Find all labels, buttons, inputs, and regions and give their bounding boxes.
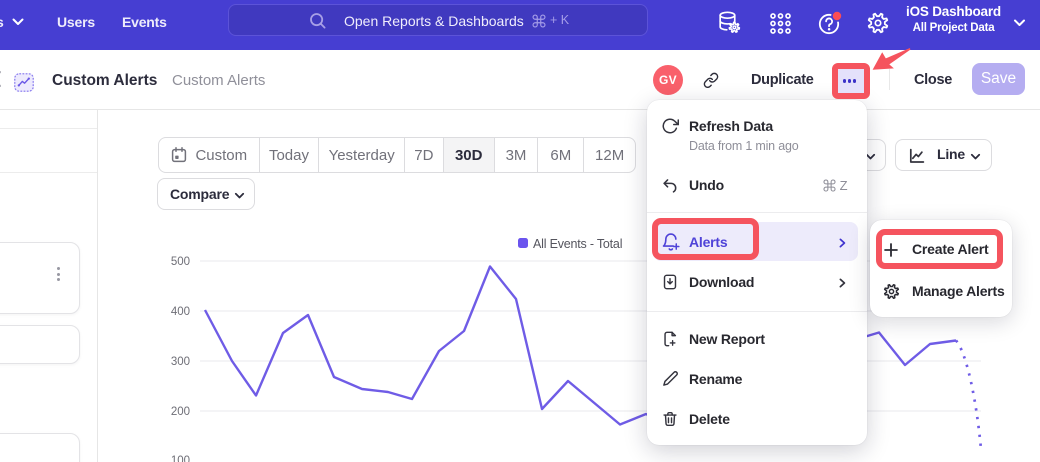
svg-text:100: 100 [171, 455, 190, 462]
svg-text:All Events - Total: All Events - Total [533, 237, 622, 251]
svg-text:500: 500 [171, 256, 190, 268]
svg-text:400: 400 [171, 306, 190, 318]
svg-text:200: 200 [171, 406, 190, 418]
svg-text:300: 300 [171, 356, 190, 368]
